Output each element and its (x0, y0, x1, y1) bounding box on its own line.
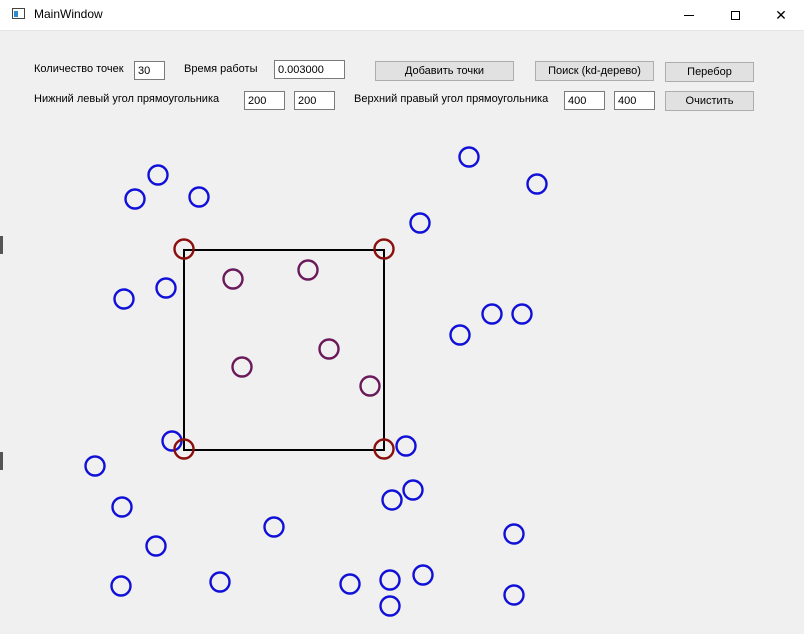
point-outside (409, 212, 431, 234)
point-outside (449, 324, 471, 346)
kd-search-button[interactable]: Поиск (kd-дерево) (535, 61, 654, 81)
point-outside (458, 146, 480, 168)
clear-button[interactable]: Очистить (665, 91, 754, 111)
point-outside (526, 173, 548, 195)
maximize-button[interactable] (712, 0, 758, 30)
point-inside (231, 356, 253, 378)
point-outside (145, 535, 167, 557)
upper-right-x-input[interactable] (564, 91, 605, 110)
close-button[interactable]: ✕ (758, 0, 804, 30)
point-outside (379, 569, 401, 591)
minimize-icon (684, 14, 694, 16)
upper-right-y-input[interactable] (614, 91, 655, 110)
point-outside (395, 435, 417, 457)
point-outside (503, 523, 525, 545)
minimize-button[interactable] (666, 0, 712, 30)
brute-force-button[interactable]: Перебор (665, 62, 754, 82)
point-outside (111, 496, 133, 518)
point-outside (147, 164, 169, 186)
query-rectangle (183, 249, 385, 451)
points-count-label: Количество точек (34, 63, 124, 75)
drawing-canvas[interactable] (0, 130, 804, 630)
point-inside (297, 259, 319, 281)
runtime-input[interactable] (274, 60, 345, 79)
window-title: MainWindow (34, 7, 103, 21)
lower-left-y-input[interactable] (294, 91, 335, 110)
lower-left-corner-label: Нижний левый угол прямоугольника (34, 93, 220, 105)
point-outside (503, 584, 525, 606)
point-outside (188, 186, 210, 208)
upper-right-corner-label: Верхний правый угол прямоугольника (354, 93, 549, 105)
point-outside (84, 455, 106, 477)
points-count-input[interactable] (134, 61, 165, 80)
point-outside (379, 595, 401, 617)
title-bar: MainWindow ✕ (0, 0, 804, 31)
point-outside (402, 479, 424, 501)
point-outside (110, 575, 132, 597)
point-outside (381, 489, 403, 511)
runtime-label: Время работы (184, 63, 258, 75)
point-outside (263, 516, 285, 538)
point-outside (209, 571, 231, 593)
point-inside (359, 375, 381, 397)
add-points-button[interactable]: Добавить точки (375, 61, 514, 81)
point-inside (318, 338, 340, 360)
point-outside (412, 564, 434, 586)
app-window-icon (12, 8, 25, 19)
point-inside (222, 268, 244, 290)
maximize-icon (730, 10, 740, 20)
point-outside (481, 303, 503, 325)
point-outside (339, 573, 361, 595)
close-icon: ✕ (775, 6, 787, 23)
point-outside (124, 188, 146, 210)
point-outside (155, 277, 177, 299)
point-outside (113, 288, 135, 310)
point-outside (511, 303, 533, 325)
lower-left-x-input[interactable] (244, 91, 285, 110)
